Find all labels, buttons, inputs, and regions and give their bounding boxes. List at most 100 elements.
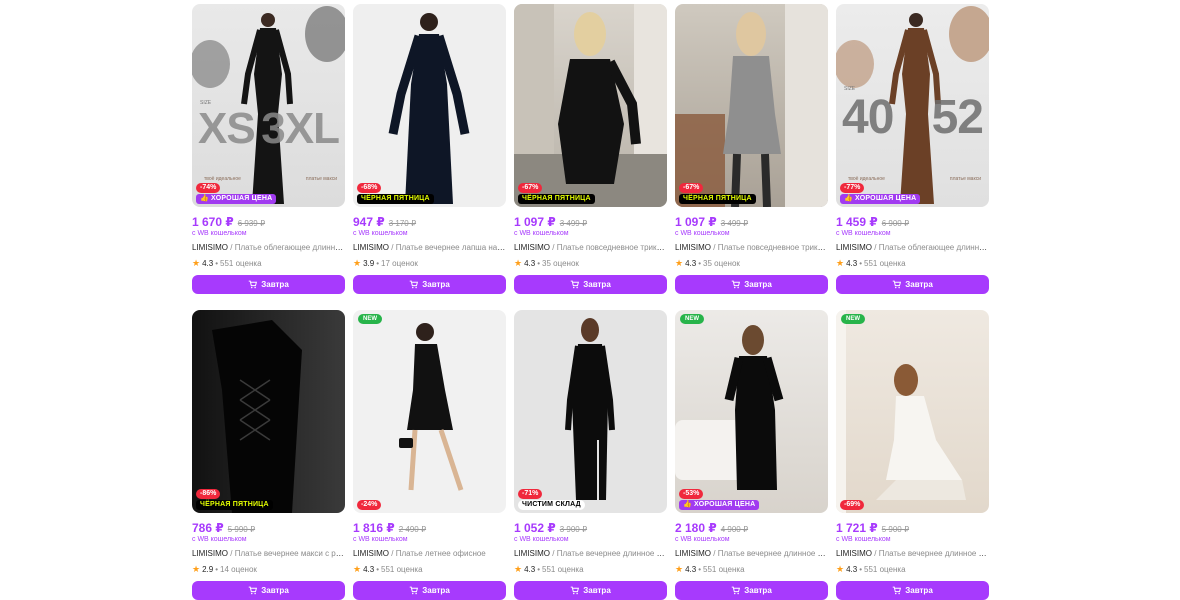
review-count[interactable]: 551 оценка [542, 565, 584, 574]
review-count[interactable]: 551 оценка [864, 259, 906, 268]
brand-name: LIMISIMO [675, 243, 712, 252]
star-icon: ★ [353, 564, 362, 574]
old-price: 4 900 ₽ [720, 525, 749, 534]
product-card[interactable]: -71% ЧИСТИМ СКЛАД 1 052 ₽ 3 900 ₽ с WB к… [514, 310, 667, 600]
product-name: Платье повседневное трикотажное [717, 243, 828, 252]
product-card[interactable]: SIZE 40 52 твоё идеальное платье макси -… [836, 4, 989, 294]
title-separator: / [711, 243, 718, 252]
photo-caption-right: платье макси [949, 176, 981, 182]
discount-badge: -71% [518, 489, 543, 499]
product-title[interactable]: LIMISIMO / Платье повседневное трикотажн… [675, 243, 828, 254]
review-count[interactable]: 551 оценка [864, 565, 906, 574]
product-name: Платье повседневное трикотажное [556, 243, 667, 252]
product-photo[interactable]: -71% ЧИСТИМ СКЛАД [514, 310, 667, 513]
product-title[interactable]: LIMISIMO / Платье облегающее длинное веч… [192, 243, 345, 254]
product-photo[interactable]: NEW -24% [353, 310, 506, 513]
price-row: 1 459 ₽ 6 900 ₽ [836, 215, 989, 229]
cart-icon [892, 586, 902, 595]
price-row: 1 052 ₽ 3 900 ₽ [514, 521, 667, 535]
product-photo[interactable]: -67% ЧЁРНАЯ ПЯТНИЦА [675, 4, 828, 207]
star-icon: ★ [675, 258, 684, 268]
badges: -74% 👍 ХОРОШАЯ ЦЕНА [196, 183, 277, 204]
review-count[interactable]: 35 оценок [542, 259, 579, 268]
product-photo[interactable]: NEW -53% 👍 ХОРОШАЯ ЦЕНА [675, 310, 828, 513]
add-to-cart-button[interactable]: Завтра [514, 581, 667, 600]
product-card[interactable]: -86% ЧЁРНАЯ ПЯТНИЦА 786 ₽ 5 990 ₽ с WB к… [192, 310, 345, 600]
star-icon: ★ [514, 564, 523, 574]
add-to-cart-button[interactable]: Завтра [353, 581, 506, 600]
discount-badge: -69% [840, 500, 865, 510]
product-card[interactable]: NEW -69% 1 721 ₽ 5 900 ₽ с WB кошельком … [836, 310, 989, 600]
review-count[interactable]: 14 оценок [220, 565, 257, 574]
product-title[interactable]: LIMISIMO / Платье повседневное трикотажн… [514, 243, 667, 254]
title-separator: / [228, 243, 235, 252]
new-badge: NEW [358, 314, 382, 324]
product-title[interactable]: LIMISIMO / Платье облегающее длинное веч… [836, 243, 989, 254]
dress-photo-image [212, 320, 302, 513]
add-to-cart-button[interactable]: Завтра [836, 275, 989, 294]
cart-icon [570, 280, 580, 289]
brand-name: LIMISIMO [192, 243, 229, 252]
cart-icon [248, 280, 258, 289]
badges: -77% 👍 ХОРОШАЯ ЦЕНА [840, 183, 921, 204]
wallet-note: с WB кошельком [514, 230, 569, 237]
price: 2 180 ₽ [675, 521, 717, 535]
add-to-cart-button[interactable]: Завтра [192, 581, 345, 600]
product-photo[interactable]: -67% ЧЁРНАЯ ПЯТНИЦА [514, 4, 667, 207]
rating-row: ★ 4.3 • 35 оценок [514, 258, 667, 269]
brand-name: LIMISIMO [514, 549, 551, 558]
product-title[interactable]: LIMISIMO / Платье летнее офисное [353, 549, 506, 560]
product-photo[interactable]: NEW -69% [836, 310, 989, 513]
brand-name: LIMISIMO [514, 243, 551, 252]
dress-photo-image [565, 318, 615, 500]
product-photo[interactable]: SIZE XS 3XL твоё идеальное платье макси … [192, 4, 345, 207]
product-card[interactable]: -67% ЧЁРНАЯ ПЯТНИЦА 1 097 ₽ 3 499 ₽ с WB… [675, 4, 828, 294]
price-row: 1 816 ₽ 2 490 ₽ [353, 521, 506, 535]
price: 1 097 ₽ [675, 215, 717, 229]
product-card[interactable]: -68% ЧЁРНАЯ ПЯТНИЦА 947 ₽ 3 170 ₽ с WB к… [353, 4, 506, 294]
title-separator: / [550, 243, 557, 252]
product-photo[interactable]: SIZE 40 52 твоё идеальное платье макси -… [836, 4, 989, 207]
cart-icon [409, 586, 419, 595]
add-to-cart-button[interactable]: Завтра [192, 275, 345, 294]
add-to-cart-button[interactable]: Завтра [514, 275, 667, 294]
add-to-cart-button[interactable]: Завтра [353, 275, 506, 294]
dress-photo-image [399, 323, 464, 491]
review-count[interactable]: 551 оценка [703, 565, 745, 574]
dress-photo-image [836, 310, 966, 513]
add-to-cart-button[interactable]: Завтра [675, 275, 828, 294]
discount-badge: -24% [357, 500, 382, 510]
product-card[interactable]: -67% ЧЁРНАЯ ПЯТНИЦА 1 097 ₽ 3 499 ₽ с WB… [514, 4, 667, 294]
rating-row: ★ 4.3 • 551 оценка [514, 564, 667, 575]
review-count[interactable]: 35 оценок [703, 259, 740, 268]
add-to-cart-button[interactable]: Завтра [836, 581, 989, 600]
badges: -68% ЧЁРНАЯ ПЯТНИЦА [357, 183, 434, 204]
review-count[interactable]: 551 оценка [220, 259, 262, 268]
product-card[interactable]: SIZE XS 3XL твоё идеальное платье макси … [192, 4, 345, 294]
photo-caption-left: твоё идеальное [204, 176, 241, 182]
old-price: 2 490 ₽ [398, 525, 427, 534]
product-title[interactable]: LIMISIMO / Платье вечернее длинное под г… [514, 549, 667, 560]
review-count[interactable]: 17 оценок [381, 259, 418, 268]
product-title[interactable]: LIMISIMO / Платье вечернее макси с разре… [192, 549, 345, 560]
product-photo[interactable]: -68% ЧЁРНАЯ ПЯТНИЦА [353, 4, 506, 207]
promo-badge: ЧЁРНАЯ ПЯТНИЦА [679, 194, 756, 204]
review-count[interactable]: 551 оценка [381, 565, 423, 574]
product-card[interactable]: NEW -53% 👍 ХОРОШАЯ ЦЕНА 2 180 ₽ 4 900 ₽ … [675, 310, 828, 600]
product-card[interactable]: NEW -24% 1 816 ₽ 2 490 ₽ с WB кошельком … [353, 310, 506, 600]
rating-dot: • [215, 259, 219, 268]
product-name: Платье летнее офисное [395, 549, 486, 558]
product-title[interactable]: LIMISIMO / Платье вечернее лапша на выпу… [353, 243, 506, 254]
badges: -86% ЧЁРНАЯ ПЯТНИЦА [196, 489, 273, 510]
discount-badge: -53% [679, 489, 704, 499]
add-to-cart-button[interactable]: Завтра [675, 581, 828, 600]
product-title[interactable]: LIMISIMO / Платье вечернее длинное на но… [675, 549, 828, 560]
badges: -69% [840, 500, 865, 510]
cart-icon [731, 280, 741, 289]
discount-badge: -67% [679, 183, 704, 193]
star-icon: ★ [836, 258, 845, 268]
product-title[interactable]: LIMISIMO / Платье вечернее длинное наряд… [836, 549, 989, 560]
wallet-note: с WB кошельком [192, 536, 247, 543]
price: 1 721 ₽ [836, 521, 878, 535]
product-photo[interactable]: -86% ЧЁРНАЯ ПЯТНИЦА [192, 310, 345, 513]
